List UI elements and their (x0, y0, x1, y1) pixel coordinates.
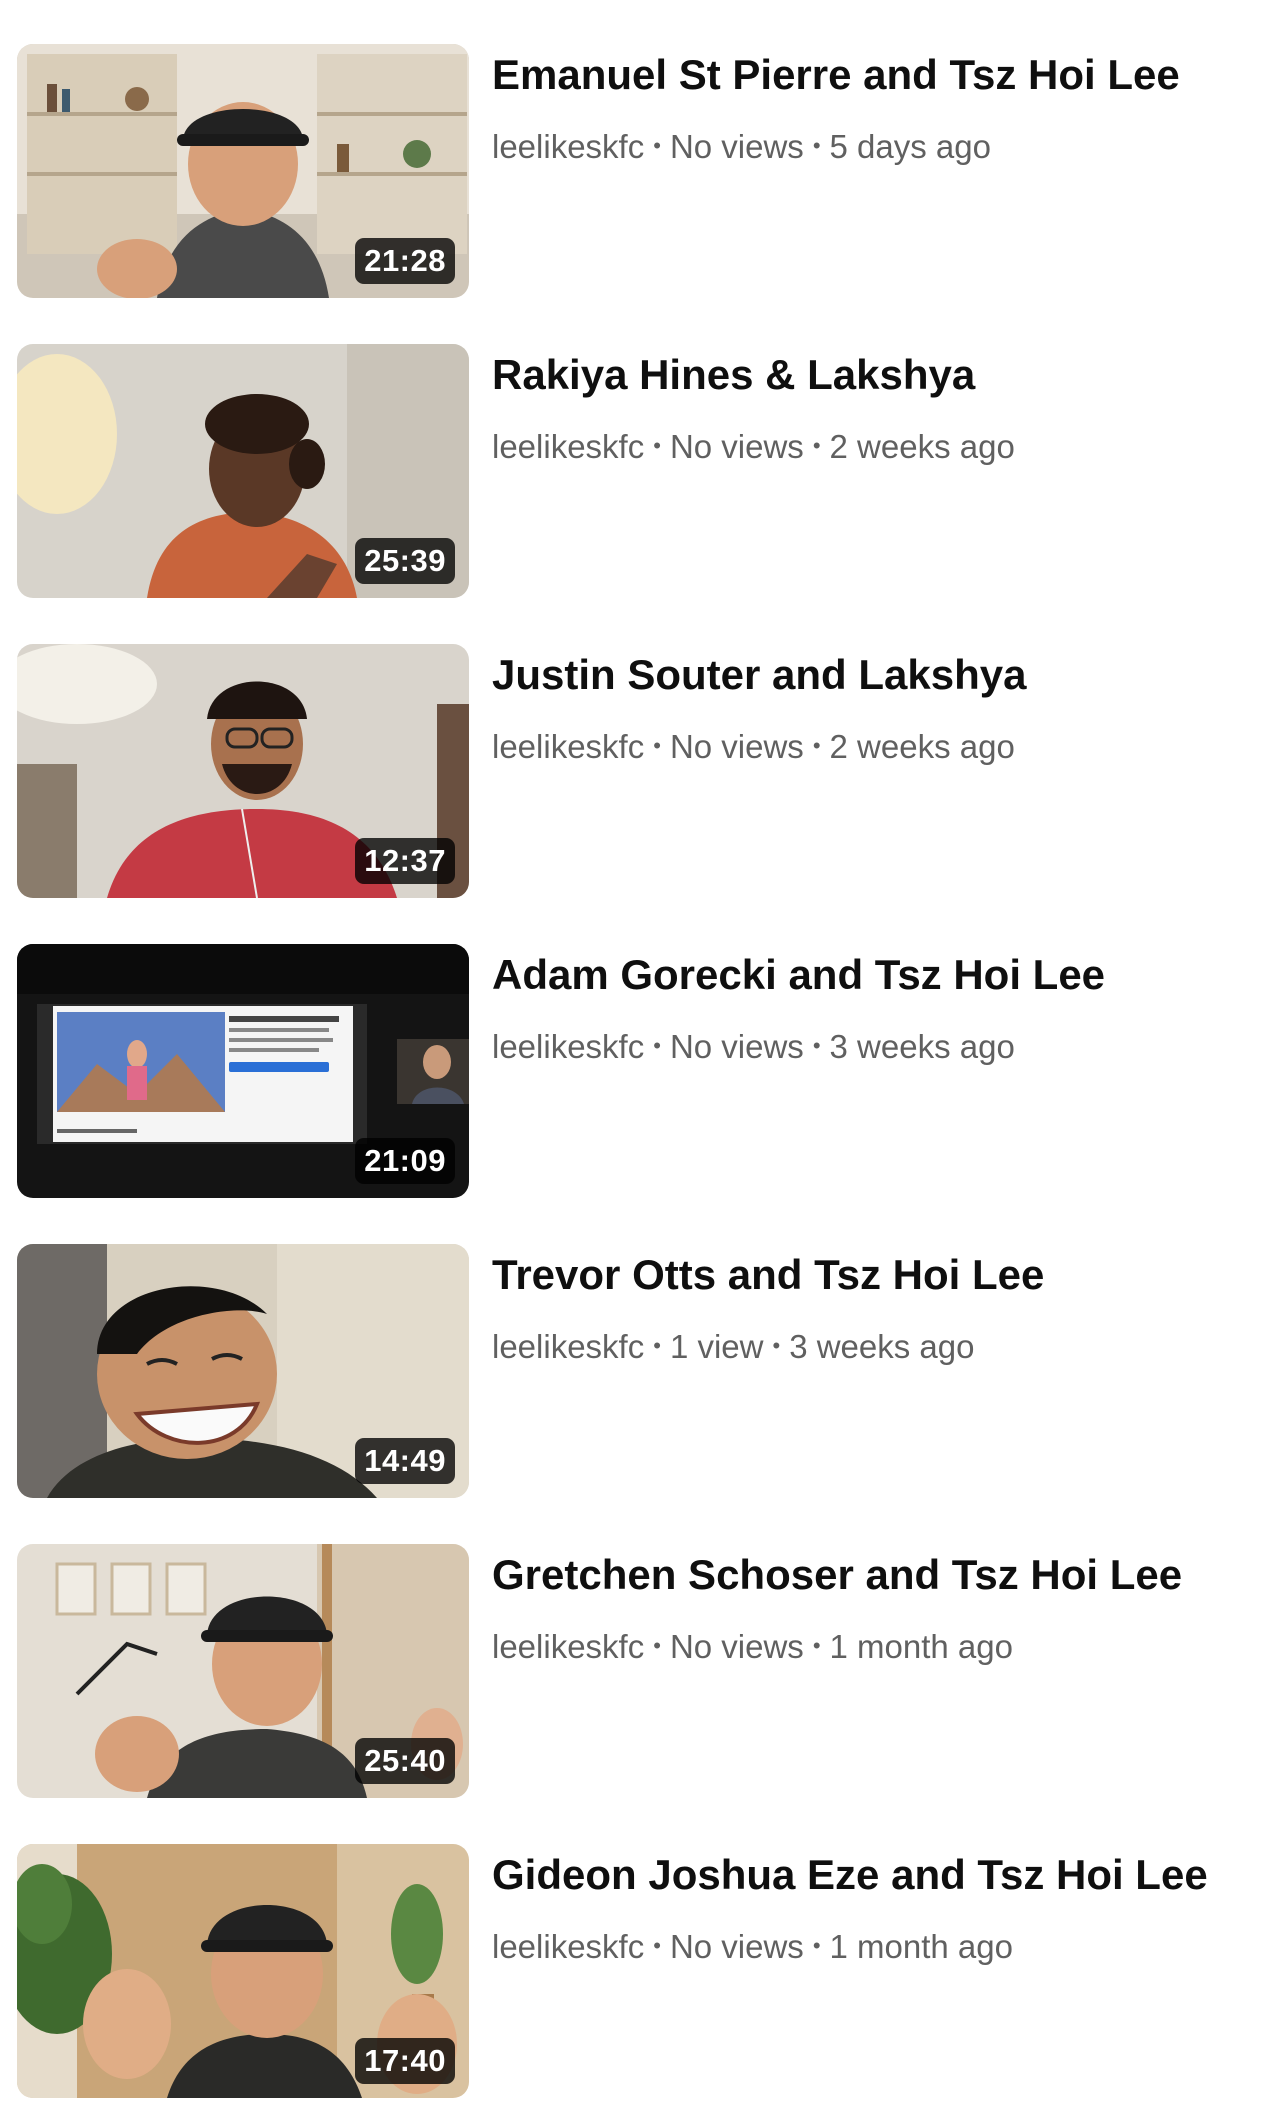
video-info: leelikeskfc • 1 view • 3 weeks ago (492, 1328, 1252, 1366)
separator-dot: • (772, 1333, 781, 1359)
video-title[interactable]: Rakiya Hines & Lakshya (492, 350, 1252, 400)
separator-dot: • (653, 1633, 661, 1659)
separator-dot: • (812, 133, 821, 159)
video-meta: Adam Gorecki and Tsz Hoi Lee leelikeskfc… (492, 944, 1252, 1066)
video-duration-badge: 17:40 (355, 2038, 455, 2084)
separator-dot: • (653, 1933, 661, 1959)
video-item[interactable]: 21:28 Emanuel St Pierre and Tsz Hoi Lee … (0, 44, 1280, 300)
channel-name[interactable]: leelikeskfc (492, 1628, 644, 1665)
video-thumbnail[interactable]: 17:40 (17, 1844, 469, 2098)
video-item[interactable]: 12:37 Justin Souter and Lakshya leelikes… (0, 644, 1280, 900)
upload-age: 5 days ago (829, 128, 991, 166)
video-thumbnail[interactable]: 21:28 (17, 44, 469, 298)
separator-dot: • (653, 133, 661, 159)
video-item[interactable]: 17:40 Gideon Joshua Eze and Tsz Hoi Lee … (0, 1844, 1280, 2100)
video-thumbnail[interactable]: 14:49 (17, 1244, 469, 1498)
separator-dot: • (653, 733, 661, 759)
video-meta: Gideon Joshua Eze and Tsz Hoi Lee leelik… (492, 1844, 1252, 1966)
video-list: 21:28 Emanuel St Pierre and Tsz Hoi Lee … (0, 0, 1280, 2113)
separator-dot: • (653, 433, 661, 459)
video-meta: Justin Souter and Lakshya leelikeskfc • No… (492, 644, 1252, 766)
channel-name[interactable]: leelikeskfc (492, 428, 644, 465)
video-duration-badge: 21:28 (355, 238, 455, 284)
view-count: No views (669, 1928, 804, 1966)
upload-age: 2 weeks ago (829, 428, 1015, 466)
video-meta: Rakiya Hines & Lakshya leelikeskfc • No vi… (492, 344, 1252, 466)
video-duration-badge: 21:09 (355, 1138, 455, 1184)
upload-age: 2 weeks ago (829, 728, 1015, 766)
separator-dot: • (812, 1933, 821, 1959)
upload-age: 1 month ago (829, 1928, 1013, 1966)
video-info: leelikeskfc • No views • 1 month ago (492, 1628, 1252, 1666)
upload-age: 3 weeks ago (829, 1028, 1015, 1066)
video-meta: Gretchen Schoser and Tsz Hoi Lee leelike… (492, 1544, 1252, 1666)
video-title[interactable]: Justin Souter and Lakshya (492, 650, 1252, 700)
separator-dot: • (812, 733, 821, 759)
channel-name[interactable]: leelikeskfc (492, 728, 644, 765)
video-thumbnail[interactable]: 25:39 (17, 344, 469, 598)
video-title[interactable]: Trevor Otts and Tsz Hoi Lee (492, 1250, 1252, 1300)
separator-dot: • (812, 1633, 821, 1659)
video-thumbnail[interactable]: 21:09 (17, 944, 469, 1198)
channel-name[interactable]: leelikeskfc (492, 1328, 644, 1365)
video-meta: Trevor Otts and Tsz Hoi Lee leelikeskfc •… (492, 1244, 1252, 1366)
video-meta: Emanuel St Pierre and Tsz Hoi Lee leelik… (492, 44, 1252, 166)
video-title[interactable]: Emanuel St Pierre and Tsz Hoi Lee (492, 50, 1252, 100)
video-item[interactable]: 14:49 Trevor Otts and Tsz Hoi Lee leelik… (0, 1244, 1280, 1500)
video-info: leelikeskfc • No views • 3 weeks ago (492, 1028, 1252, 1066)
view-count: No views (669, 728, 804, 766)
video-duration-badge: 25:39 (355, 538, 455, 584)
video-duration-badge: 12:37 (355, 838, 455, 884)
video-thumbnail[interactable]: 25:40 (17, 1544, 469, 1798)
view-count: 1 view (669, 1328, 764, 1366)
view-count: No views (669, 428, 804, 466)
view-count: No views (669, 1628, 804, 1666)
upload-age: 3 weeks ago (789, 1328, 975, 1366)
video-thumbnail[interactable]: 12:37 (17, 644, 469, 898)
video-title[interactable]: Adam Gorecki and Tsz Hoi Lee (492, 950, 1252, 1000)
channel-name[interactable]: leelikeskfc (492, 1028, 644, 1065)
separator-dot: • (812, 433, 821, 459)
separator-dot: • (653, 1333, 661, 1359)
channel-name[interactable]: leelikeskfc (492, 128, 644, 165)
video-item[interactable]: 21:09 Adam Gorecki and Tsz Hoi Lee leeli… (0, 944, 1280, 1200)
video-info: leelikeskfc • No views • 1 month ago (492, 1928, 1252, 1966)
video-info: leelikeskfc • No views • 2 weeks ago (492, 728, 1252, 766)
upload-age: 1 month ago (829, 1628, 1013, 1666)
view-count: No views (669, 1028, 804, 1066)
video-title[interactable]: Gretchen Schoser and Tsz Hoi Lee (492, 1550, 1252, 1600)
separator-dot: • (812, 1033, 821, 1059)
channel-name[interactable]: leelikeskfc (492, 1928, 644, 1965)
video-info: leelikeskfc • No views • 5 days ago (492, 128, 1252, 166)
video-info: leelikeskfc • No views • 2 weeks ago (492, 428, 1252, 466)
view-count: No views (669, 128, 804, 166)
video-item[interactable]: 25:40 Gretchen Schoser and Tsz Hoi Lee l… (0, 1544, 1280, 1800)
separator-dot: • (653, 1033, 661, 1059)
video-duration-badge: 14:49 (355, 1438, 455, 1484)
video-title[interactable]: Gideon Joshua Eze and Tsz Hoi Lee (492, 1850, 1252, 1900)
video-duration-badge: 25:40 (355, 1738, 455, 1784)
video-item[interactable]: 25:39 Rakiya Hines & Lakshya leelikeskfc… (0, 344, 1280, 600)
